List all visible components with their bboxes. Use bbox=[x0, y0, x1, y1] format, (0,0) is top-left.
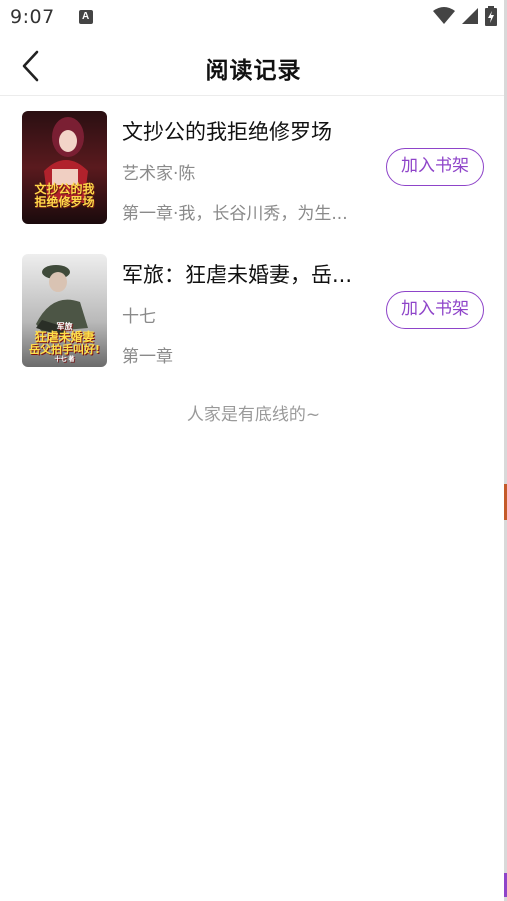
reading-history-screen: 9:07 A 阅读记录 文抄公的我 拒绝修罗场 文抄公的我拒绝修罗场 艺术家·陈… bbox=[0, 0, 507, 901]
book-cover[interactable]: 军旅 狂虐未婚妻 岳父拍手叫好! 十七 著 bbox=[22, 254, 107, 367]
cover-title: 军旅 狂虐未婚妻 岳父拍手叫好! 十七 著 bbox=[28, 322, 101, 363]
book-cover[interactable]: 文抄公的我 拒绝修罗场 bbox=[22, 111, 107, 224]
add-to-bookshelf-button[interactable]: 加入书架 bbox=[386, 291, 484, 329]
book-title: 军旅：狂虐未婚妻，岳... bbox=[122, 263, 353, 287]
wifi-icon bbox=[433, 7, 455, 24]
history-list-item[interactable]: 文抄公的我 拒绝修罗场 文抄公的我拒绝修罗场 艺术家·陈 第一章·我，长谷川秀，… bbox=[0, 111, 507, 227]
signal-icon bbox=[462, 8, 478, 24]
history-list-item[interactable]: 军旅 狂虐未婚妻 岳父拍手叫好! 十七 著 军旅：狂虐未婚妻，岳... 十七 第… bbox=[0, 254, 507, 370]
status-bar: 9:07 A bbox=[0, 0, 507, 34]
status-time: 9:07 bbox=[10, 6, 55, 28]
add-to-bookshelf-button[interactable]: 加入书架 bbox=[386, 148, 484, 186]
cover-title: 文抄公的我 拒绝修罗场 bbox=[34, 182, 95, 209]
end-of-list-note: 人家是有底线的~ bbox=[186, 405, 321, 425]
page-title: 阅读记录 bbox=[205, 58, 302, 84]
last-read-chapter: 第一章·我，长谷川秀，为生... bbox=[122, 204, 348, 224]
last-read-chapter: 第一章 bbox=[122, 347, 173, 367]
book-author: 十七 bbox=[122, 307, 156, 327]
book-author: 艺术家·陈 bbox=[122, 164, 196, 184]
notification-icon: A bbox=[78, 10, 93, 24]
book-title: 文抄公的我拒绝修罗场 bbox=[122, 120, 332, 144]
battery-icon bbox=[485, 6, 497, 26]
status-icons bbox=[433, 6, 497, 26]
top-app-bar: 阅读记录 bbox=[0, 34, 507, 96]
